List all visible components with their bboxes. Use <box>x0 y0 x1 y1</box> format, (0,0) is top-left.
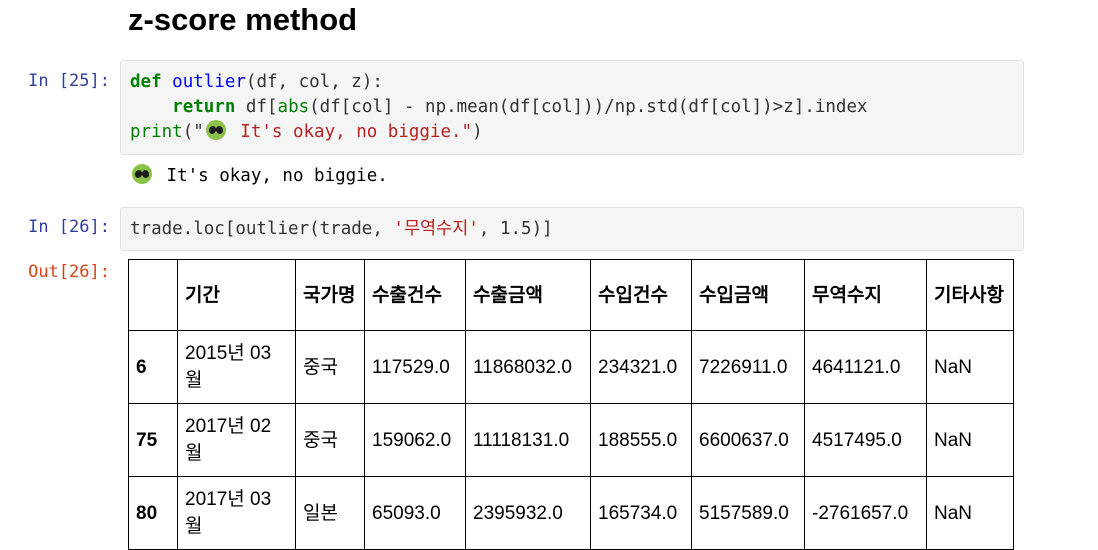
table-row: 80 2017년 03월 일본 65093.0 2395932.0 165734… <box>128 476 1014 550</box>
header-export-amount: 수출금액 <box>465 259 591 331</box>
cell-notes: NaN <box>926 476 1014 550</box>
code-text: trade.loc[outlier(trade, <box>130 219 394 239</box>
builtin-abs: abs <box>277 97 310 117</box>
code-text: , 1.5)] <box>478 219 553 239</box>
header-import-amount: 수입금액 <box>691 259 805 331</box>
header-period: 기간 <box>177 259 296 331</box>
header-country: 국가명 <box>295 259 365 331</box>
dataframe-table: 기간 국가명 수출건수 수출금액 수입건수 수입금액 무역수지 기타사항 6 2… <box>128 259 1014 550</box>
input-prompt-26: In [26]: <box>28 217 110 237</box>
function-args: (df, col, z): <box>245 72 383 92</box>
table-header-row: 기간 국가명 수출건수 수출금액 수입건수 수입금액 무역수지 기타사항 <box>128 259 1014 331</box>
header-import-count: 수입건수 <box>590 259 692 331</box>
cell-export-amount: 11868032.0 <box>465 330 591 404</box>
alien-emoji-icon <box>132 164 152 184</box>
cell-export-amount: 11118131.0 <box>465 403 591 477</box>
code-line-1: trade.loc[outlier(trade, '무역수지', 1.5)] <box>130 217 1014 242</box>
output-prompt-26: Out[26]: <box>28 262 110 282</box>
cell-period: 2017년 03월 <box>177 476 296 550</box>
output-text: It's okay, no biggie. <box>156 166 388 186</box>
section-heading: z-score method <box>128 2 358 37</box>
cell-trade-balance: 4641121.0 <box>804 330 927 404</box>
header-index <box>128 259 178 331</box>
cell-import-amount: 7226911.0 <box>691 330 805 404</box>
cell-import-amount: 6600637.0 <box>691 403 805 477</box>
cell-trade-balance: 4517495.0 <box>804 403 927 477</box>
cell-period: 2015년 03월 <box>177 330 296 404</box>
cell-country: 중국 <box>295 403 365 477</box>
keyword-return: return <box>172 97 236 117</box>
row-index: 75 <box>128 403 178 477</box>
cell-export-count: 117529.0 <box>364 330 466 404</box>
header-trade-balance: 무역수지 <box>804 259 927 331</box>
cell-export-count: 159062.0 <box>364 403 466 477</box>
cell-notes: NaN <box>926 330 1014 404</box>
row-index: 6 <box>128 330 178 404</box>
code-line-2: return df[abs(df[col] - np.mean(df[col])… <box>130 95 1014 120</box>
header-export-count: 수출건수 <box>364 259 466 331</box>
string-literal: '무역수지' <box>393 219 479 239</box>
cell-period: 2017년 02월 <box>177 403 296 477</box>
code-text: df[ <box>235 97 278 117</box>
cell-trade-balance: -2761657.0 <box>804 476 927 550</box>
cell-import-count: 234321.0 <box>590 330 692 404</box>
cell-import-amount: 5157589.0 <box>691 476 805 550</box>
cell-country: 일본 <box>295 476 365 550</box>
cell-import-count: 188555.0 <box>590 403 692 477</box>
cell-country: 중국 <box>295 330 365 404</box>
code-line-3: print(" It's okay, no biggie.") <box>130 120 1014 145</box>
code-text: (df[col] - np.mean(df[col]))/np.std(df[c… <box>309 97 868 117</box>
function-name: outlier <box>172 72 246 92</box>
cell-import-count: 165734.0 <box>590 476 692 550</box>
cell-export-count: 65093.0 <box>364 476 466 550</box>
code-text: (" <box>182 122 204 142</box>
builtin-print: print <box>130 122 183 142</box>
string-literal: It's okay, no biggie." <box>229 122 473 142</box>
header-notes: 기타사항 <box>926 259 1014 331</box>
row-index: 80 <box>128 476 178 550</box>
code-line-1: def outlier(df, col, z): <box>130 70 1014 95</box>
keyword-def: def <box>130 72 162 92</box>
cell-notes: NaN <box>926 403 1014 477</box>
table-row: 75 2017년 02월 중국 159062.0 11118131.0 1885… <box>128 403 1014 477</box>
cell-output-25: It's okay, no biggie. <box>130 164 388 186</box>
cell-export-amount: 2395932.0 <box>465 476 591 550</box>
table-row: 6 2015년 03월 중국 117529.0 11868032.0 23432… <box>128 330 1014 404</box>
code-cell-26[interactable]: trade.loc[outlier(trade, '무역수지', 1.5)] <box>120 207 1024 251</box>
code-cell-25[interactable]: def outlier(df, col, z): return df[abs(d… <box>120 60 1024 155</box>
code-text: ) <box>472 122 483 142</box>
alien-emoji-icon <box>205 120 226 140</box>
input-prompt-25: In [25]: <box>28 71 110 91</box>
